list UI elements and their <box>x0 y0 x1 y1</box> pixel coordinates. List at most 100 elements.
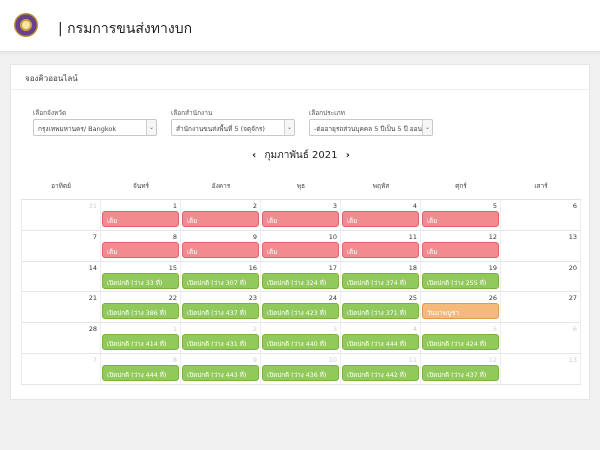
calendar-day-cell[interactable]: 15 เปิดปกติ (ว่าง 33 ที่) <box>101 261 181 292</box>
calendar-day-cell[interactable]: 21 <box>21 292 101 323</box>
booking-slot-full[interactable]: เต็ม <box>102 241 179 258</box>
calendar-day-cell[interactable]: 11 เต็ม <box>341 230 421 261</box>
weekday-label: จันทร์ <box>132 182 150 190</box>
day-number: 6 <box>572 202 577 210</box>
booking-slot-full[interactable]: เต็ม <box>182 211 259 227</box>
booking-slot-open[interactable]: เปิดปกติ (ว่าง 255 ที่) <box>422 272 499 289</box>
day-number: 8 <box>172 232 177 241</box>
calendar-day-cell[interactable]: 16 เปิดปกติ (ว่าง 307 ที่) <box>181 261 261 292</box>
calendar-day-cell[interactable]: 31 <box>21 200 101 230</box>
booking-slot-open[interactable]: เปิดปกติ (ว่าง 307 ที่) <box>182 272 259 289</box>
calendar-day-cell[interactable]: 6 <box>501 323 581 353</box>
calendar-day-cell[interactable]: 1 เต็ม <box>101 200 181 230</box>
calendar-day-cell[interactable]: 2 เปิดปกติ (ว่าง 431 ที่) <box>181 323 261 353</box>
booking-slot-open[interactable]: เปิดปกติ (ว่าง 444 ที่) <box>102 364 179 381</box>
booking-slot-open[interactable]: เปิดปกติ (ว่าง 414 ที่) <box>102 334 179 351</box>
dlt-logo-icon[interactable] <box>14 13 38 37</box>
booking-slot-full[interactable]: เต็ม <box>262 211 339 227</box>
calendar-day-cell[interactable]: 6 <box>501 200 581 230</box>
booking-slot-full[interactable]: เต็ม <box>182 241 259 258</box>
office-label: เลือกสำนักงาน <box>171 109 213 117</box>
calendar-day-cell[interactable]: 1 เปิดปกติ (ว่าง 414 ที่) <box>101 323 181 353</box>
calendar-day-cell[interactable]: 12 เต็ม <box>421 230 501 261</box>
weekday-label: อาทิตย์ <box>51 182 71 190</box>
calendar-day-cell[interactable]: 9 เปิดปกติ (ว่าง 443 ที่) <box>181 353 261 384</box>
calendar-week-row: 28 1 เปิดปกติ (ว่าง 414 ที่) 2 เปิดปกติ (ว่า… <box>21 323 581 354</box>
prev-month-icon[interactable]: ‹ <box>247 150 261 161</box>
booking-slot-open[interactable]: เปิดปกติ (ว่าง 324 ที่) <box>262 272 339 289</box>
calendar-day-cell[interactable]: 25 เปิดปกติ (ว่าง 371 ที่) <box>341 292 421 323</box>
calendar-day-cell[interactable]: 5 เปิดปกติ (ว่าง 424 ที่) <box>421 323 501 353</box>
calendar-day-cell[interactable]: 13 <box>501 353 581 384</box>
office-select[interactable]: สำนักงานขนส่งพื้นที่ 5 (จตุจักร) ⌄ <box>171 119 295 136</box>
day-number: 13 <box>568 232 577 241</box>
calendar-day-cell[interactable]: 18 เปิดปกติ (ว่าง 374 ที่) <box>341 261 421 292</box>
booking-slot-full[interactable]: เต็ม <box>342 241 419 258</box>
day-number: 13 <box>568 355 577 364</box>
calendar-day-cell[interactable]: 22 เปิดปกติ (ว่าง 386 ที่) <box>101 292 181 323</box>
booking-slot-full[interactable]: เต็ม <box>422 241 499 258</box>
booking-slot-holiday[interactable]: วันมาฆบูชา <box>422 303 499 320</box>
day-number: 22 <box>168 294 177 303</box>
day-number: 5 <box>492 325 497 334</box>
booking-slot-open[interactable]: เปิดปกติ (ว่าง 437 ที่) <box>182 303 259 320</box>
chevron-down-icon: ⌄ <box>146 120 156 135</box>
booking-slot-open[interactable]: เปิดปกติ (ว่าง 436 ที่) <box>262 364 339 381</box>
calendar-day-cell[interactable]: 7 <box>21 353 101 384</box>
weekday-header: อาทิตย์ จันทร์ อังคาร พุธ พฤหัส ศุกร์ เสาร์ <box>21 173 581 200</box>
calendar-day-cell[interactable]: 12 เปิดปกติ (ว่าง 437 ที่) <box>421 353 501 384</box>
calendar-day-cell[interactable]: 11 เปิดปกติ (ว่าง 442 ที่) <box>341 353 421 384</box>
calendar-day-cell[interactable]: 27 <box>501 292 581 323</box>
day-number: 19 <box>488 263 497 272</box>
booking-slot-open[interactable]: เปิดปกติ (ว่าง 386 ที่) <box>102 303 179 320</box>
province-value: กรุงเทพมหานคร/ Bangkok <box>38 125 117 133</box>
booking-slot-open[interactable]: เปิดปกติ (ว่าง 424 ที่) <box>422 334 499 351</box>
day-number: 1 <box>172 325 177 334</box>
calendar-day-cell[interactable]: 7 <box>21 230 101 261</box>
booking-slot-open[interactable]: เปิดปกติ (ว่าง 423 ที่) <box>262 303 339 320</box>
day-number: 10 <box>328 232 337 241</box>
calendar-day-cell[interactable]: 4 เปิดปกติ (ว่าง 444 ที่) <box>341 323 421 353</box>
booking-slot-full[interactable]: เต็ม <box>342 211 419 227</box>
category-select[interactable]: -ต่ออายุรถส่วนบุคคล 5 ปีเป็น 5 ปี ออนไลน… <box>309 119 433 136</box>
booking-slot-open[interactable]: เปิดปกติ (ว่าง 437 ที่) <box>422 364 499 381</box>
booking-slot-open[interactable]: เปิดปกติ (ว่าง 431 ที่) <box>182 334 259 351</box>
next-month-icon[interactable]: › <box>341 150 355 161</box>
calendar-day-cell[interactable]: 20 <box>501 261 581 292</box>
calendar-day-cell[interactable]: 8 เต็ม <box>101 230 181 261</box>
calendar-day-cell[interactable]: 3 เต็ม <box>261 200 341 230</box>
calendar-day-cell[interactable]: 19 เปิดปกติ (ว่าง 255 ที่) <box>421 261 501 292</box>
day-number: 27 <box>568 294 577 303</box>
calendar-day-cell[interactable]: 24 เปิดปกติ (ว่าง 423 ที่) <box>261 292 341 323</box>
calendar-day-cell[interactable]: 4 เต็ม <box>341 200 421 230</box>
calendar-day-cell[interactable]: 9 เต็ม <box>181 230 261 261</box>
calendar-day-cell[interactable]: 23 เปิดปกติ (ว่าง 437 ที่) <box>181 292 261 323</box>
calendar-day-cell[interactable]: 17 เปิดปกติ (ว่าง 324 ที่) <box>261 261 341 292</box>
calendar-day-cell[interactable]: 28 <box>21 323 101 353</box>
calendar-day-cell[interactable]: 26 วันมาฆบูชา <box>421 292 501 323</box>
day-number: 18 <box>408 263 417 272</box>
calendar-day-cell[interactable]: 14 <box>21 261 101 292</box>
booking-slot-full[interactable]: เต็ม <box>102 211 179 227</box>
calendar-day-cell[interactable]: 10 เปิดปกติ (ว่าง 436 ที่) <box>261 353 341 384</box>
calendar-day-cell[interactable]: 13 <box>501 230 581 261</box>
calendar-day-cell[interactable]: 2 เต็ม <box>181 200 261 230</box>
calendar-day-cell[interactable]: 8 เปิดปกติ (ว่าง 444 ที่) <box>101 353 181 384</box>
booking-slot-open[interactable]: เปิดปกติ (ว่าง 444 ที่) <box>342 334 419 351</box>
booking-slot-open[interactable]: เปิดปกติ (ว่าง 374 ที่) <box>342 272 419 289</box>
calendar-day-cell[interactable]: 5 เต็ม <box>421 200 501 230</box>
booking-slot-open[interactable]: เปิดปกติ (ว่าง 371 ที่) <box>342 303 419 320</box>
chevron-down-icon: ⌄ <box>422 120 432 135</box>
province-select[interactable]: กรุงเทพมหานคร/ Bangkok ⌄ <box>33 119 157 136</box>
booking-slot-open[interactable]: เปิดปกติ (ว่าง 33 ที่) <box>102 272 179 289</box>
booking-slot-full[interactable]: เต็ม <box>262 241 339 258</box>
booking-slot-full[interactable]: เต็ม <box>422 211 499 227</box>
calendar-day-cell[interactable]: 3 เปิดปกติ (ว่าง 440 ที่) <box>261 323 341 353</box>
booking-slot-open[interactable]: เปิดปกติ (ว่าง 443 ที่) <box>182 364 259 381</box>
day-number: 16 <box>248 263 257 272</box>
booking-slot-open[interactable]: เปิดปกติ (ว่าง 442 ที่) <box>342 364 419 381</box>
calendar-day-cell[interactable]: 10 เต็ม <box>261 230 341 261</box>
category-value: -ต่ออายุรถส่วนบุคคล 5 ปีเป็น 5 ปี ออนไลน… <box>314 125 433 133</box>
booking-slot-open[interactable]: เปิดปกติ (ว่าง 440 ที่) <box>262 334 339 351</box>
day-number: 25 <box>408 294 417 303</box>
